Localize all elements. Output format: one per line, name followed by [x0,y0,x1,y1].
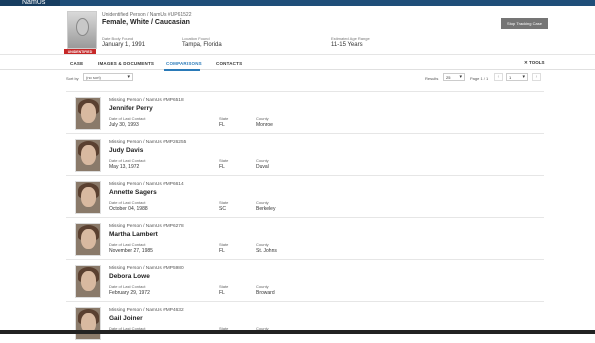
state-label: State [219,284,229,289]
county-value: St. Johns [256,248,277,254]
date-found-label: Date Body Found [102,36,134,41]
tab-images-documents[interactable]: IMAGES & DOCUMENTS [98,61,154,66]
person-photo[interactable] [75,307,101,340]
wrench-icon: ✕ [524,60,528,65]
list-item[interactable]: Missing Person / NamUs #MP6278 Martha Lam… [66,217,544,259]
photo-face [81,187,96,207]
list-item[interactable]: Missing Person / NamUs #MP26255 Judy Davi… [66,133,544,175]
date-label: Date of Last Contact [109,242,146,247]
tab-contacts[interactable]: CONTACTS [216,61,242,66]
county-value: Broward [256,290,275,296]
county-label: County [256,242,269,247]
state-label: State [219,242,229,247]
date-value: February 29, 1972 [109,290,150,296]
list-item[interactable]: Missing Person / NamUs #MP5980 Debora Low… [66,259,544,301]
age-range-value: 11-15 Years [331,42,363,48]
date-label: Date of Last Contact [109,284,146,289]
list-item[interactable]: Missing Person / NamUs #MP4632 Gail Joine… [66,301,544,343]
person-photo[interactable] [75,181,101,214]
next-page-button[interactable]: › [532,73,541,81]
person-name[interactable]: Gail Joiner [109,315,143,322]
person-photo[interactable] [75,97,101,130]
photo-face [81,229,96,249]
county-label: County [256,284,269,289]
prev-page-button[interactable]: ‹ [494,73,503,81]
comparison-list: Missing Person / NamUs #MP6518 Jennifer P… [66,91,544,343]
photo-face [81,103,96,123]
case-title: Female, White / Caucasian [102,19,190,26]
sort-label: Sort by [66,76,79,81]
results-label: Results [425,76,439,81]
person-photo[interactable] [75,223,101,256]
date-label: Date of Last Contact [109,200,146,205]
age-range-label: Estimated Age Range [331,36,370,41]
county-value: Duval [256,164,269,170]
date-label: Date of Last Contact [109,158,146,163]
county-value: Berkeley [256,206,276,212]
case-number: Missing Person / NamUs #MP6518 [109,98,184,103]
case-number: Missing Person / NamUs #MP6614 [109,182,184,187]
state-value: FL [219,122,225,128]
state-label: State [219,116,229,121]
page-indicator: Page 1 / 1 [470,76,489,81]
case-number: Missing Person / NamUs #MP26255 [109,140,187,145]
tab-case[interactable]: CASE [70,61,83,66]
state-value: FL [219,248,225,254]
tab-bar: CASE IMAGES & DOCUMENTS COMPARISONS CONT… [0,54,595,71]
date-value: May 13, 1972 [109,164,140,170]
person-photo[interactable] [75,139,101,172]
location-value: Tampa, Florida [182,42,222,48]
date-value: October 04, 1988 [109,206,148,212]
sort-bar: Sort by (no sort) Results 25 Page 1 / 1 … [66,72,544,84]
list-item[interactable]: Missing Person / NamUs #MP6614 Annette Sa… [66,175,544,217]
per-page-select[interactable]: 25 [443,73,465,81]
case-number: Missing Person / NamUs #MP4632 [109,308,184,313]
list-item[interactable]: Missing Person / NamUs #MP6518 Jennifer P… [66,91,544,133]
date-value: July 30, 1993 [109,122,139,128]
case-photo[interactable] [67,11,97,49]
person-photo[interactable] [75,265,101,298]
state-value: FL [219,290,225,296]
state-value: SC [219,206,226,212]
tools-menu[interactable]: ✕ TOOLS [524,60,544,66]
case-number: Missing Person / NamUs #MP5980 [109,266,184,271]
stop-tracking-button[interactable]: Stop Tracking Case [501,18,548,29]
date-label: Date of Last Contact [109,116,146,121]
person-name[interactable]: Debora Lowe [109,273,150,280]
page-select[interactable]: 1 [506,73,528,81]
photo-face [81,271,96,291]
person-name[interactable]: Jennifer Perry [109,105,153,112]
case-id: Unidentified Person / NamUs #UP61522 [102,12,192,18]
sort-select[interactable]: (no sort) [83,73,133,81]
taskbar [0,330,595,334]
county-label: County [256,116,269,121]
state-label: State [219,200,229,205]
county-value: Monroe [256,122,273,128]
date-found-value: January 1, 1991 [102,42,146,48]
active-tab-indicator [164,69,200,71]
date-value: November 27, 1985 [109,248,153,254]
county-label: County [256,158,269,163]
person-name[interactable]: Annette Sagers [109,189,157,196]
case-number: Missing Person / NamUs #MP6278 [109,224,184,229]
photo-face [81,145,96,165]
tab-comparisons[interactable]: COMPARISONS [166,61,202,66]
tools-label: TOOLS [529,60,545,65]
county-label: County [256,200,269,205]
state-value: FL [219,164,225,170]
location-label: Location Found [182,36,210,41]
face-placeholder [76,18,89,36]
case-header: UNIDENTIFIED Unidentified Person / NamUs… [0,6,595,55]
person-name[interactable]: Judy Davis [109,147,143,154]
person-name[interactable]: Martha Lambert [109,231,158,238]
state-label: State [219,158,229,163]
